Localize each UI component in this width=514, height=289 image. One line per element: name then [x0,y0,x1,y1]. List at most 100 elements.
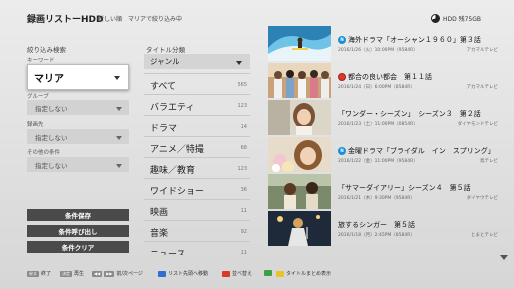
genre-type-select[interactable]: ジャンル [144,54,250,69]
other-condition-value: 指定しない [35,161,68,170]
channel-label: 録画先 [27,122,44,128]
genre-count: 92 [240,229,247,235]
genre-count: 123 [237,166,247,172]
genre-item[interactable]: 趣味／教育 123 [144,157,250,178]
genre-count: 11 [240,208,247,214]
genre-item[interactable]: すべて 565 [144,73,250,94]
keyword-label: キーワード [27,58,55,64]
thumbnail-portrait [268,100,331,135]
genre-item[interactable]: 映画 11 [144,199,250,220]
chevron-down-icon [116,135,122,140]
genre-panel-title: タイトル分類 [146,46,185,54]
filter-panel-title: 絞り込み検索 [27,46,66,54]
other-condition-select[interactable]: 指定しない [27,157,129,172]
recording-item[interactable]: 旅するシンガー 第５話 2016/1/18（月）2:45PM（8584R） とま… [268,211,498,248]
genre-count: 68 [240,145,247,151]
footer-help-bar: 戻る 終了 決定 再生 ◀◀ ▶▶ 前/次ページ リスト先頭へ移動 並べ替え タ… [0,262,514,289]
recording-channel: アカマルテレビ [466,48,499,53]
new-badge-icon: N [338,36,346,44]
genre-name: ドラマ [150,124,178,134]
thumbnail-summer [268,174,331,209]
genre-count: 565 [237,82,247,88]
genre-name: ニュース [150,250,186,255]
red-key-icon [222,270,230,277]
recording-channel: とまとテレビ [471,233,498,238]
footer-end-label: 終了 [41,271,52,277]
keyword-select[interactable]: マリア [27,64,129,90]
footer-yellow-label: タイトルまとめ表示 [286,271,332,277]
recording-title: 旅するシンガー 第５話 [338,221,415,229]
other-condition-label: その他の条件 [27,150,61,156]
recording-date: 2016/1/22（金）11:00PM（9584R） [338,159,418,164]
save-condition-button[interactable]: 条件保存 [27,209,129,221]
genre-count: 123 [237,103,247,109]
recording-channel: 鳥テレビ [480,159,498,164]
group-value: 指定しない [35,104,68,113]
recording-item[interactable]: 都合の良い都会 第１１話 2016/1/24（日）6:00PM（8584R） ア… [268,63,498,100]
hdd-status: HDD 残75GB [430,14,481,23]
recording-channel: ダイヤモンドテレビ [457,122,498,127]
sort-status: 新しい順 マリアで絞り込み中 [98,16,183,23]
chevron-down-icon [114,76,120,80]
recording-date: 2016/1/18（月）2:45PM（8584R） [338,233,415,238]
thumbnail-surfing [268,26,331,61]
green-key-icon [264,270,272,276]
recording-list-screen: 録画リストーHDD 新しい順 マリアで絞り込み中 HDD 残75GB 絞り込み検… [0,0,514,289]
genre-name: すべて [150,82,177,92]
channel-select[interactable]: 指定しない [27,129,129,144]
footer-blue-label: リスト先頭へ移動 [168,271,209,277]
group-label: グループ [27,94,49,100]
blue-key-icon [158,270,166,277]
keyword-value: マリア [34,73,64,85]
recording-badge-icon [338,73,346,81]
clear-condition-button[interactable]: 条件クリア [27,241,129,253]
genre-count: 36 [240,187,247,193]
genre-count: 11 [240,250,247,255]
footer-red-label: 並べ替え [232,271,253,277]
scroll-down-icon[interactable] [500,255,508,260]
recording-channel: アカマルテレビ [466,85,499,90]
genre-item[interactable]: アニメ／特撮 68 [144,136,250,157]
recording-channel: ダイヤウテレビ [466,196,498,201]
genre-name: バラエティ [150,103,195,113]
enter-key-icon: 決定 [60,270,72,277]
chevron-down-icon [116,106,122,111]
recording-item[interactable]: N 海外ドラマ「オーシャン１９６０」第３話 2016/1/26（火）10:00P… [268,26,498,63]
prev-key-icon: ◀◀ [92,270,103,277]
genre-item[interactable]: 音楽 92 [144,220,250,241]
next-key-icon: ▶▶ [104,270,115,277]
genre-type-value: ジャンル [150,57,180,66]
recording-item[interactable]: 「サマーダイアリー」シーズン４ 第５話 2016/1/21（木）9:30PM（9… [268,174,498,211]
recording-title: 都合の良い都会 第１１話 [348,73,432,81]
recording-title: 「サマーダイアリー」シーズン４ 第５話 [338,184,471,192]
back-key-icon: 戻る [27,270,39,277]
recording-item[interactable]: N 金曜ドラマ「ブライダル イン スプリング」 2016/1/22（金）11:0… [268,137,498,174]
genre-item[interactable]: ワイドショー 36 [144,178,250,199]
recording-date: 2016/1/23（土）11:00PM（0854R） [338,122,418,127]
recording-title: 「ワンダー・シーズン」 シーズン３ 第２話 [338,110,481,118]
genre-item[interactable]: ニュース 11 [144,241,250,255]
genre-item[interactable]: ドラマ 14 [144,115,250,136]
footer-page-label: 前/次ページ [116,271,143,277]
group-select[interactable]: 指定しない [27,100,129,115]
thumbnail-flowers [268,137,331,172]
page-title: 録画リストーHDD [27,15,104,25]
genre-count: 14 [240,124,247,130]
recall-condition-button[interactable]: 条件呼び出し [27,225,129,237]
thumbnail-group-photo [268,63,331,98]
channel-value: 指定しない [35,133,68,142]
recording-item[interactable]: 「ワンダー・シーズン」 シーズン３ 第２話 2016/1/23（土）11:00P… [268,100,498,137]
recording-title: 海外ドラマ「オーシャン１９６０」第３話 [348,36,481,44]
disk-usage-icon [430,14,440,23]
recording-date: 2016/1/21（木）9:30PM（9584R） [338,196,415,201]
footer-play-label: 再生 [74,271,85,277]
recording-date: 2016/1/26（火）10:00PM（9584R） [338,48,418,53]
genre-item[interactable]: バラエティ 123 [144,94,250,115]
thumbnail-singer [268,211,331,246]
genre-name: 音楽 [150,229,169,239]
genre-name: ワイドショー [150,187,205,197]
yellow-key-icon [276,270,284,277]
genre-name: 映画 [150,208,169,218]
new-badge-icon: N [338,147,346,155]
hdd-remaining: HDD 残75GB [442,16,481,23]
